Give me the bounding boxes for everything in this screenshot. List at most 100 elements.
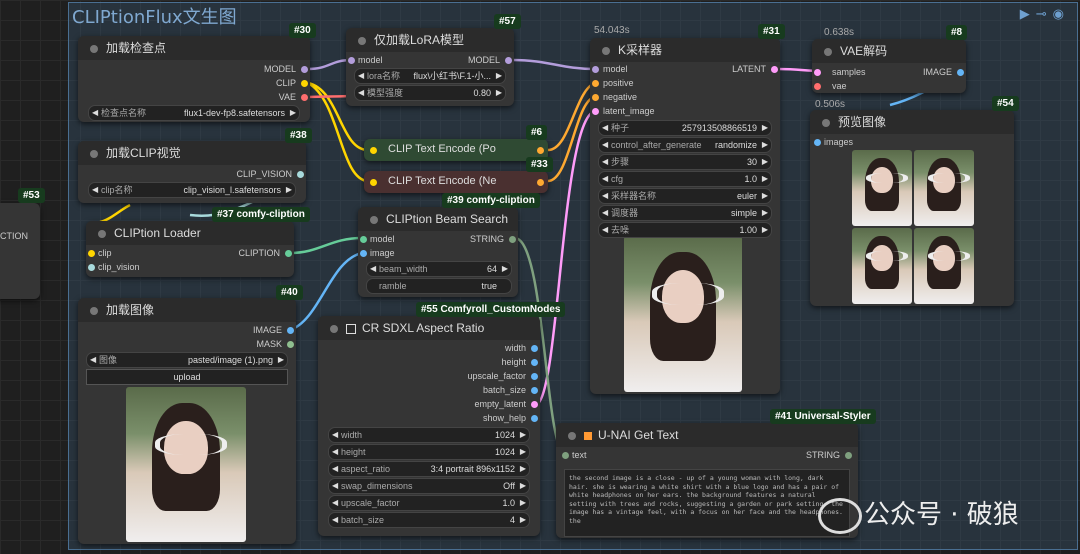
in-clip-pin[interactable] bbox=[370, 147, 377, 154]
collapse-dot[interactable] bbox=[370, 215, 378, 224]
in-clip-vision-pin[interactable] bbox=[88, 264, 95, 271]
aspect-widget-4[interactable]: ◀ upscale_factor 1.0 ▶ bbox=[328, 495, 530, 511]
in-samples-pin[interactable] bbox=[814, 69, 821, 76]
out-string-pin[interactable] bbox=[509, 236, 516, 243]
ksampler-widget-4[interactable]: ◀ 采样器名称 euler ▶ bbox=[598, 188, 772, 204]
node-clip-text-encode-pos[interactable]: CLIP Text Encode (Po bbox=[364, 139, 548, 161]
arrow-left-icon[interactable]: ◀ bbox=[358, 86, 364, 100]
arrow-right-icon[interactable]: ▶ bbox=[496, 86, 502, 100]
arrow-right-icon[interactable]: ▶ bbox=[520, 462, 526, 476]
group-controls[interactable]: ▶⊸◉ bbox=[1020, 6, 1070, 22]
node-title[interactable]: 加载图像 bbox=[78, 298, 296, 322]
beam-width-widget[interactable]: ◀ beam_width 64 ▶ bbox=[366, 261, 512, 277]
arrow-left-icon[interactable]: ◀ bbox=[332, 428, 338, 442]
node-ksampler[interactable]: K采样器 model positive negative latent_imag… bbox=[590, 38, 780, 394]
node-title[interactable]: 加载CLIP视觉 bbox=[78, 141, 306, 165]
arrow-left-icon[interactable]: ◀ bbox=[602, 223, 608, 237]
arrow-right-icon[interactable]: ▶ bbox=[762, 223, 768, 237]
image-select-widget[interactable]: ◀ 图像 pasted/image (1).png ▶ bbox=[86, 352, 288, 368]
out-vae-pin[interactable] bbox=[301, 94, 308, 101]
arrow-right-icon[interactable]: ▶ bbox=[496, 69, 502, 83]
out-clip-pin[interactable] bbox=[301, 80, 308, 87]
collapse-dot[interactable] bbox=[602, 46, 610, 55]
collapse-dot[interactable] bbox=[90, 306, 98, 315]
node-title[interactable]: K采样器 bbox=[590, 38, 780, 62]
in-clip-pin[interactable] bbox=[370, 179, 377, 186]
node-preview-image[interactable]: 预览图像 images bbox=[810, 110, 1014, 306]
aspect-widget-3[interactable]: ◀ swap_dimensions Off ▶ bbox=[328, 478, 530, 494]
arrow-left-icon[interactable]: ◀ bbox=[358, 69, 364, 83]
arrow-left-icon[interactable]: ◀ bbox=[92, 183, 98, 197]
out-image-pin[interactable] bbox=[957, 69, 964, 76]
node-title[interactable]: 仅加载LoRA模型 bbox=[346, 28, 514, 52]
node-title[interactable]: 加载检查点 bbox=[78, 36, 310, 60]
clip-name-widget[interactable]: ◀ clip名称 clip_vision_l.safetensors ▶ bbox=[88, 182, 296, 198]
collapse-dot[interactable] bbox=[568, 431, 576, 440]
node-clip-text-encode-neg[interactable]: CLIP Text Encode (Ne bbox=[364, 171, 548, 193]
out-height-pin[interactable] bbox=[531, 359, 538, 366]
collapse-dot[interactable] bbox=[822, 118, 830, 127]
out-clip-vision-pin[interactable] bbox=[297, 171, 304, 178]
in-positive-pin[interactable] bbox=[592, 80, 599, 87]
in-vae-pin[interactable] bbox=[814, 83, 821, 90]
group-title[interactable]: CLIPtionFlux文生图 bbox=[72, 3, 237, 29]
ckpt-name-widget[interactable]: ◀ 检查点名称 flux1-dev-fp8.safetensors ▶ bbox=[88, 105, 300, 121]
in-negative-pin[interactable] bbox=[592, 94, 599, 101]
in-text-pin[interactable] bbox=[562, 452, 569, 459]
arrow-right-icon[interactable]: ▶ bbox=[278, 353, 284, 367]
arrow-right-icon[interactable]: ▶ bbox=[520, 428, 526, 442]
preview-image-2[interactable] bbox=[914, 150, 974, 226]
arrow-right-icon[interactable]: ▶ bbox=[762, 155, 768, 169]
node-cliption-beam-search[interactable]: CLIPtion Beam Search model image STRING … bbox=[358, 207, 518, 297]
arrow-right-icon[interactable]: ▶ bbox=[762, 138, 768, 152]
play-icon[interactable]: ▶ bbox=[1020, 6, 1036, 21]
ramble-toggle[interactable]: ramble true bbox=[366, 278, 512, 294]
in-model-pin[interactable] bbox=[360, 236, 367, 243]
out-upscale_factor-pin[interactable] bbox=[531, 373, 538, 380]
arrow-left-icon[interactable]: ◀ bbox=[332, 479, 338, 493]
arrow-left-icon[interactable]: ◀ bbox=[602, 138, 608, 152]
ksampler-widget-2[interactable]: ◀ 步骤 30 ▶ bbox=[598, 154, 772, 170]
arrow-right-icon[interactable]: ▶ bbox=[290, 106, 296, 120]
collapse-dot[interactable] bbox=[330, 324, 338, 333]
arrow-right-icon[interactable]: ▶ bbox=[520, 445, 526, 459]
preview-image-4[interactable] bbox=[914, 228, 974, 304]
node-unai-get-text[interactable]: U-NAI Get Text text STRING the second im… bbox=[556, 423, 858, 538]
ksampler-widget-5[interactable]: ◀ 调度器 simple ▶ bbox=[598, 205, 772, 221]
arrow-left-icon[interactable]: ◀ bbox=[332, 496, 338, 510]
node-cr-sdxl-aspect-ratio[interactable]: CR SDXL Aspect Ratio width height upscale_… bbox=[318, 316, 540, 536]
arrow-left-icon[interactable]: ◀ bbox=[602, 172, 608, 186]
out-conditioning-pin[interactable] bbox=[537, 179, 544, 186]
node-clip-vision-loader[interactable]: 加载CLIP视觉 CLIP_VISION ◀ clip名称 clip_vision_… bbox=[78, 141, 306, 203]
collapse-dot[interactable] bbox=[90, 44, 98, 53]
node-title[interactable]: 预览图像 bbox=[810, 110, 1014, 134]
aspect-widget-2[interactable]: ◀ aspect_ratio 3:4 portrait 896x1152 ▶ bbox=[328, 461, 530, 477]
arrow-right-icon[interactable]: ▶ bbox=[762, 121, 768, 135]
node-title[interactable]: VAE解码 bbox=[812, 39, 966, 63]
collapse-dot[interactable] bbox=[98, 229, 106, 238]
arrow-right-icon[interactable]: ▶ bbox=[762, 172, 768, 186]
out-model-pin[interactable] bbox=[301, 66, 308, 73]
out-width-pin[interactable] bbox=[531, 345, 538, 352]
node-cliption-loader[interactable]: CLIPtion Loader clip clip_vision CLIPTIO… bbox=[86, 221, 294, 277]
lora-strength-widget[interactable]: ◀ 模型强度 0.80 ▶ bbox=[354, 85, 506, 101]
checkbox-icon[interactable] bbox=[346, 323, 356, 334]
aspect-widget-5[interactable]: ◀ batch_size 4 ▶ bbox=[328, 512, 530, 528]
arrow-left-icon[interactable]: ◀ bbox=[92, 106, 98, 120]
node-lora-loader[interactable]: 仅加载LoRA模型 model MODEL ◀ lora名称 flux\小红书\F.… bbox=[346, 28, 514, 106]
arrow-left-icon[interactable]: ◀ bbox=[90, 353, 96, 367]
arrow-left-icon[interactable]: ◀ bbox=[602, 206, 608, 220]
out-show_help-pin[interactable] bbox=[531, 415, 538, 422]
node-load-image[interactable]: 加载图像 IMAGE MASK ◀ 图像 pasted/image (1).png ▶… bbox=[78, 298, 296, 544]
ksampler-widget-6[interactable]: ◀ 去噪 1.00 ▶ bbox=[598, 222, 772, 238]
collapse-dot[interactable] bbox=[358, 36, 366, 45]
arrow-right-icon[interactable]: ▶ bbox=[520, 513, 526, 527]
preview-image-3[interactable] bbox=[852, 228, 912, 304]
out-string-pin[interactable] bbox=[845, 452, 852, 459]
in-images-pin[interactable] bbox=[814, 139, 821, 146]
out-batch_size-pin[interactable] bbox=[531, 387, 538, 394]
arrow-left-icon[interactable]: ◀ bbox=[370, 262, 376, 276]
collapse-dot[interactable] bbox=[90, 149, 98, 158]
out-image-pin[interactable] bbox=[287, 327, 294, 334]
in-image-pin[interactable] bbox=[360, 250, 367, 257]
